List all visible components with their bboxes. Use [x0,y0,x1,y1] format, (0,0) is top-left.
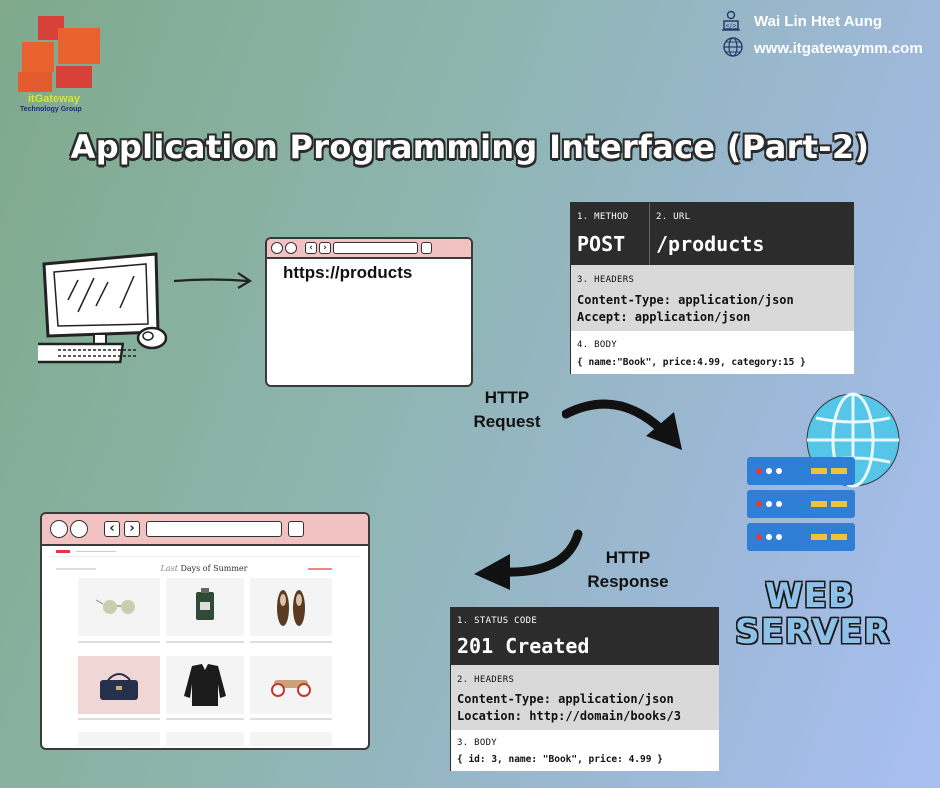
header-line: Location: http://domain/books/3 [457,709,681,723]
http-request-label: HTTP Request [462,386,552,434]
shop-page: Last Days of Summer [48,548,360,746]
status-value: 201 Created [457,634,590,658]
logo-name: itGateway [28,93,80,105]
body-label: 3. BODY [457,738,498,748]
window-control[interactable] [271,242,283,254]
http-request-line: Request [473,412,541,431]
http-response-panel: 1. STATUS CODE 201 Created 2. HEADERS Co… [450,607,719,771]
status-section: 1. STATUS CODE 201 Created [451,608,719,665]
url-value: /products [656,232,765,256]
web-server-label: WEB SERVER [735,576,891,652]
product-card[interactable] [78,732,160,746]
shop-heading-part2: Days of Summer [180,564,248,573]
product-meta [166,641,244,643]
http-request-panel: 1. METHOD POST 2. URL /products 3. HEADE… [570,202,854,374]
http-response-line: HTTP [605,548,651,567]
status-label: 1. STATUS CODE [457,616,538,626]
arrow-right-icon [173,272,253,289]
browser-toolbar: ‹ › [267,239,471,259]
request-url-section: 2. URL /products [650,203,854,265]
tab-button[interactable] [421,242,432,254]
handbag-icon [100,673,138,700]
flask-icon [196,588,214,620]
browser-url-text: https://products [283,263,413,282]
window-control[interactable] [50,520,68,538]
shop-sort [308,568,332,570]
response-body-section: 3. BODY { id: 3, name: "Book", price: 4.… [451,730,719,771]
header-line: Content-Type: application/json [457,692,674,706]
http-request-line: HTTP [484,388,530,407]
shop-divider [48,556,360,557]
arrow-request-icon [562,399,682,450]
logo-square [58,28,100,64]
web-server-line: SERVER [735,612,891,652]
shop-filter [56,568,96,570]
body-value: { id: 3, name: "Book", price: 4.99 } [457,754,663,765]
logo-square [22,42,54,72]
server-icon [747,457,855,551]
address-bar[interactable] [333,242,418,254]
http-response-label: HTTP Response [582,546,674,594]
computer-icon [38,252,168,364]
logo-square [18,72,52,92]
method-label: 1. METHOD [577,212,629,222]
logo-square [56,66,92,88]
back-button[interactable]: ‹ [104,521,120,537]
globe-icon [723,37,743,57]
product-card[interactable] [250,578,332,636]
back-button[interactable]: ‹ [305,242,317,254]
result-browser-window: ‹ › Last Days of Summer [40,512,370,750]
product-card[interactable] [78,578,160,636]
shop-nav [76,551,116,552]
product-card[interactable] [250,656,332,714]
request-body-section: 4. BODY { name:"Book", price:4.99, categ… [571,331,854,374]
body-label: 4. BODY [577,340,618,350]
product-meta [250,718,332,720]
product-card[interactable] [166,732,244,746]
web-server-line: WEB [765,576,855,616]
developer-icon: </> [722,10,740,31]
browser-toolbar: ‹ › [42,514,368,546]
header-line: Content-Type: application/json [577,293,794,307]
author-website[interactable]: www.itgatewaymm.com [754,40,923,57]
sunglasses-icon [95,599,135,614]
product-meta [78,641,160,643]
shop-logo [56,550,70,553]
arrow-response-icon [474,529,583,590]
http-response-line: Response [587,572,669,591]
forward-button[interactable]: › [124,521,140,537]
product-meta [166,718,244,720]
header-line: Accept: application/json [577,310,751,324]
product-card[interactable] [166,578,244,636]
headers-label: 2. HEADERS [457,675,515,685]
page-title: Application Programming Interface (Part-… [70,128,870,166]
client-browser-window: ‹ › https://products [265,237,473,387]
headers-label: 3. HEADERS [577,275,635,285]
method-value: POST [577,232,626,256]
toy-car-icon [271,680,311,697]
forward-button[interactable]: › [319,242,331,254]
request-method-section: 1. METHOD POST [571,203,650,265]
jacket-icon [184,664,226,706]
product-card[interactable] [78,656,160,714]
window-control[interactable] [285,242,297,254]
product-meta [78,718,160,720]
product-card[interactable] [166,656,244,714]
body-value: { name:"Book", price:4.99, category:15 } [577,357,806,368]
address-bar[interactable] [146,521,282,537]
tab-button[interactable] [288,521,304,537]
author-name: Wai Lin Htet Aung [754,13,883,30]
response-headers-section: 2. HEADERS Content-Type: application/jso… [451,665,719,730]
shoes-icon [277,590,305,626]
shop-heading-part1: Last [160,564,178,573]
request-headers-section: 3. HEADERS Content-Type: application/jso… [571,265,854,331]
product-card[interactable] [250,732,332,746]
logo-subtitle: Technology Group [20,106,82,113]
url-label: 2. URL [656,212,691,222]
svg-text:</>: </> [726,23,737,30]
window-control[interactable] [70,520,88,538]
product-meta [250,641,332,643]
